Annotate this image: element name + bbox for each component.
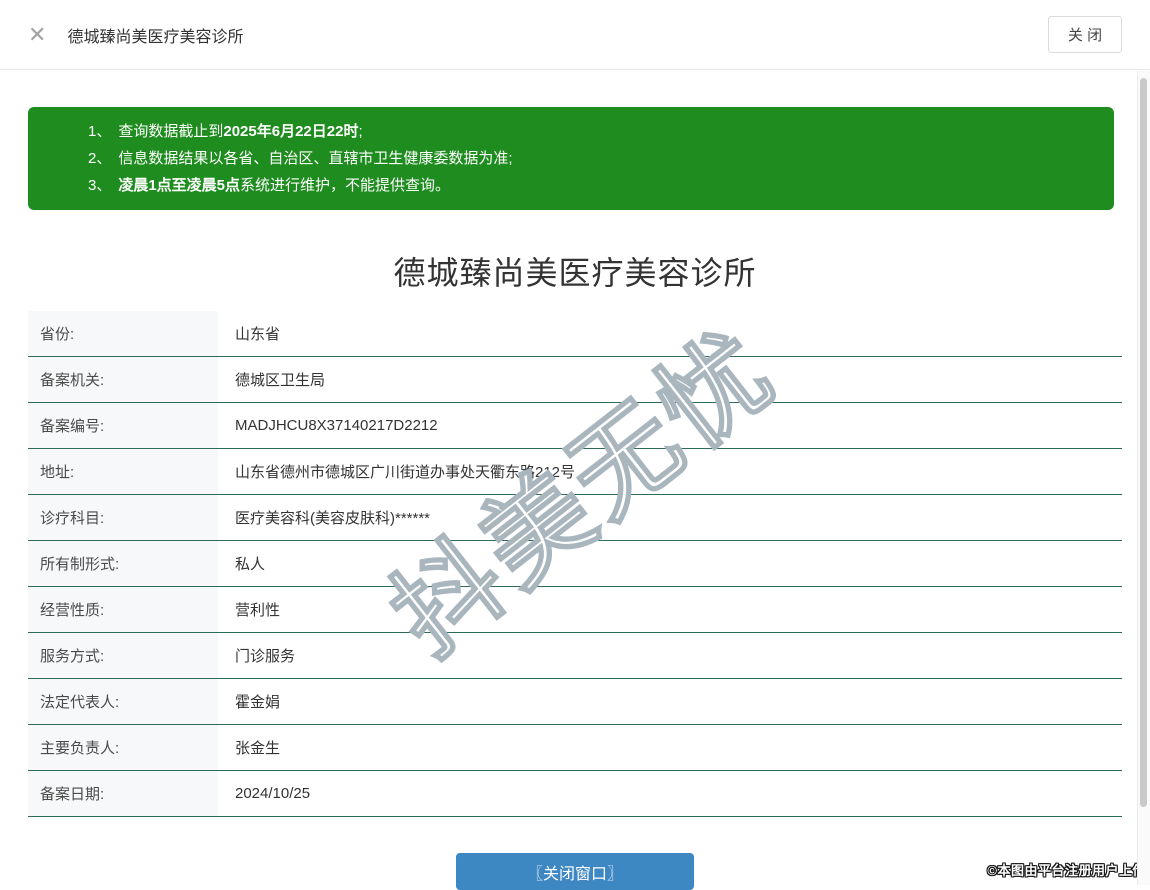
field-label: 经营性质: [28, 587, 218, 632]
table-row: 主要负责人: 张金生 [28, 725, 1122, 771]
field-value: 张金生 [235, 740, 281, 757]
notice-box: 1、 查询数据截止到2025年6月22日22时; 2、 信息数据结果以各省、自治区、… [28, 107, 1114, 210]
notice-line-suffix: 系统进行维护，不能提供查询。 [240, 177, 451, 194]
field-value: 私人 [235, 556, 266, 573]
field-value: 山东省德州市德城区广川街道办事处天衢东路212号 [235, 464, 576, 481]
field-label: 诊疗科目: [28, 495, 218, 540]
field-label: 备案编号: [28, 403, 218, 448]
notice-line-number: 2、 [88, 150, 112, 167]
field-label: 省份: [28, 311, 218, 356]
footer-button-area: 〖关闭窗口〗 [0, 853, 1150, 890]
field-label: 服务方式: [28, 633, 218, 678]
table-row: 备案机关: 德城区卫生局 [28, 357, 1122, 403]
table-row: 诊疗科目: 医疗美容科(美容皮肤科)****** [28, 495, 1122, 541]
field-value: 山东省 [235, 326, 281, 343]
table-row: 省份: 山东省 [28, 311, 1122, 357]
table-row: 法定代表人: 霍金娟 [28, 679, 1122, 725]
table-row: 地址: 山东省德州市德城区广川街道办事处天衢东路212号 [28, 449, 1122, 495]
scrollbar-track[interactable] [1137, 71, 1150, 885]
notice-line-suffix: ; [358, 123, 363, 140]
notice-line-bold-text: 2025年6月22日22时 [223, 123, 359, 140]
field-value: MADJHCU8X37140217D2212 [235, 417, 438, 434]
notice-line-number: 1、 [88, 123, 112, 140]
field-value: 霍金娟 [235, 694, 281, 711]
close-button[interactable]: 关 闭 [1048, 16, 1122, 53]
field-value: 门诊服务 [235, 648, 296, 665]
page-title: 德城臻尚美医疗美容诊所 [67, 28, 244, 46]
field-label: 法定代表人: [28, 679, 218, 724]
field-value: 德城区卫生局 [235, 372, 326, 389]
clinic-title: 德城臻尚美医疗美容诊所 [393, 255, 757, 291]
scrollbar-thumb[interactable] [1140, 78, 1147, 807]
close-x-icon[interactable]: ✕ [28, 23, 46, 46]
table-row: 备案日期: 2024/10/25 [28, 771, 1122, 817]
notice-line: 3、 凌晨1点至凌晨5点系统进行维护，不能提供查询。 [88, 172, 1094, 199]
field-label: 备案机关: [28, 357, 218, 402]
field-label: 备案日期: [28, 771, 218, 816]
table-row: 备案编号: MADJHCU8X37140217D2212 [28, 403, 1122, 449]
field-label: 主要负责人: [28, 725, 218, 770]
header-bar: ✕ 德城臻尚美医疗美容诊所 关 闭 [0, 0, 1150, 70]
clinic-info-table: 省份: 山东省 备案机关: 德城区卫生局 备案编号: MADJHCU8X3714… [28, 311, 1122, 817]
table-row: 所有制形式: 私人 [28, 541, 1122, 587]
field-value: 营利性 [235, 602, 281, 619]
table-row: 服务方式: 门诊服务 [28, 633, 1122, 679]
notice-line-number: 3、 [88, 177, 112, 194]
notice-line: 1、 查询数据截止到2025年6月22日22时; [88, 118, 1094, 145]
field-label: 地址: [28, 449, 218, 494]
notice-line: 2、 信息数据结果以各省、自治区、直辖市卫生健康委数据为准; [88, 145, 1094, 172]
field-label: 所有制形式: [28, 541, 218, 586]
table-row: 经营性质: 营利性 [28, 587, 1122, 633]
notice-line-text: 信息数据结果以各省、自治区、直辖市卫生健康委数据为准; [118, 150, 513, 167]
notice-line-text: 查询数据截止到 [118, 123, 224, 140]
close-window-button[interactable]: 〖关闭窗口〗 [456, 853, 694, 890]
field-value: 医疗美容科(美容皮肤科)****** [235, 510, 431, 527]
field-value: 2024/10/25 [235, 785, 311, 802]
notice-line-bold-text: 凌晨1点至凌晨5点 [118, 177, 241, 194]
copyright-watermark: ©本图由平台注册用户上传 [987, 863, 1146, 878]
